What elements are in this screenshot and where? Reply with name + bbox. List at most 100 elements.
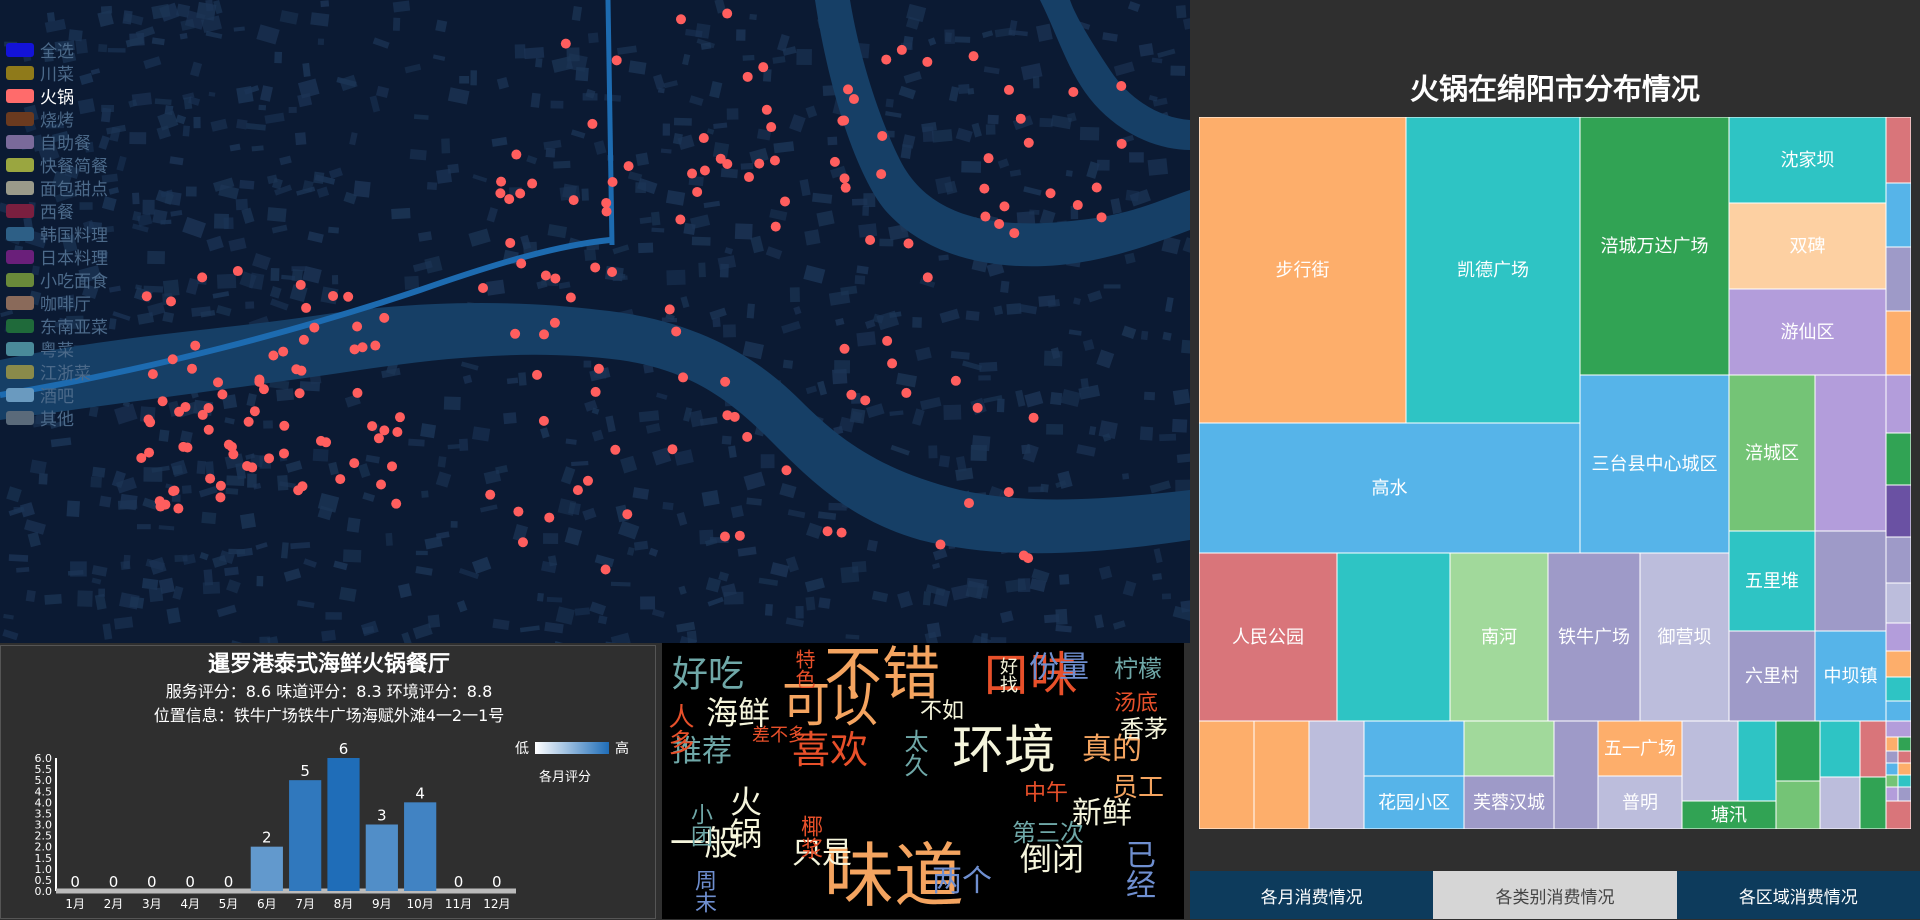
hotpot-restaurant-point[interactable]	[165, 296, 176, 307]
hotpot-restaurant-point[interactable]	[839, 343, 850, 354]
hotpot-restaurant-point[interactable]	[293, 485, 304, 496]
hotpot-restaurant-point[interactable]	[394, 412, 405, 423]
treemap-cell[interactable]	[1885, 762, 1899, 776]
treemap-cell[interactable]	[1885, 774, 1899, 788]
legend-item[interactable]: 快餐简餐	[6, 153, 108, 177]
hotpot-restaurant-point[interactable]	[242, 461, 253, 472]
treemap-cell[interactable]	[1897, 750, 1911, 764]
hotpot-restaurant-point[interactable]	[516, 258, 527, 269]
hotpot-restaurant-point[interactable]	[215, 480, 226, 491]
hotpot-restaurant-point[interactable]	[734, 530, 745, 541]
hotpot-restaurant-point[interactable]	[187, 363, 197, 374]
hotpot-restaurant-point[interactable]	[881, 54, 892, 65]
legend-item[interactable]: 其他	[6, 406, 108, 430]
treemap-cell[interactable]	[1885, 622, 1911, 652]
hotpot-restaurant-point[interactable]	[217, 389, 228, 400]
hotpot-restaurant-point[interactable]	[699, 165, 710, 176]
treemap-cell[interactable]	[1897, 786, 1911, 802]
hotpot-restaurant-point[interactable]	[601, 206, 612, 217]
hotpot-restaurant-point[interactable]	[882, 335, 893, 346]
hotpot-restaurant-point[interactable]	[590, 386, 601, 397]
treemap-cell[interactable]	[1897, 774, 1911, 788]
hotpot-restaurant-point[interactable]	[232, 266, 243, 277]
hotpot-restaurant-point[interactable]	[607, 266, 618, 277]
hotpot-restaurant-point[interactable]	[197, 409, 208, 420]
hotpot-restaurant-point[interactable]	[517, 537, 528, 548]
hotpot-restaurant-point[interactable]	[505, 237, 516, 248]
tab-district[interactable]: 各区域消费情况	[1676, 871, 1920, 919]
hotpot-restaurant-point[interactable]	[1072, 200, 1083, 211]
hotpot-restaurant-point[interactable]	[370, 340, 381, 351]
hotpot-restaurant-point[interactable]	[349, 458, 360, 469]
hotpot-restaurant-point[interactable]	[1068, 86, 1079, 97]
hotpot-restaurant-point[interactable]	[379, 425, 390, 436]
hotpot-restaurant-point[interactable]	[1018, 550, 1029, 561]
hotpot-restaurant-point[interactable]	[532, 369, 543, 380]
hotpot-restaurant-point[interactable]	[600, 564, 611, 575]
bar[interactable]	[250, 846, 283, 891]
hotpot-restaurant-point[interactable]	[294, 388, 305, 399]
bar[interactable]	[327, 758, 360, 891]
hotpot-restaurant-point[interactable]	[278, 346, 289, 357]
hotpot-restaurant-point[interactable]	[590, 262, 601, 273]
hotpot-restaurant-point[interactable]	[1116, 80, 1127, 91]
hotpot-restaurant-point[interactable]	[722, 410, 733, 421]
hotpot-restaurant-point[interactable]	[291, 364, 302, 375]
legend-item[interactable]: 东南亚菜	[6, 314, 108, 338]
hotpot-restaurant-point[interactable]	[1096, 212, 1107, 223]
treemap-cell[interactable]	[1885, 700, 1911, 722]
treemap-cell[interactable]	[1885, 800, 1911, 829]
hotpot-restaurant-point[interactable]	[720, 376, 731, 387]
legend-item[interactable]: 粤菜	[6, 337, 108, 361]
hotpot-restaurant-point[interactable]	[478, 283, 489, 294]
hotpot-restaurant-point[interactable]	[687, 168, 698, 179]
treemap-cell[interactable]	[1775, 720, 1821, 782]
hotpot-restaurant-point[interactable]	[742, 71, 753, 82]
hotpot-restaurant-point[interactable]	[357, 342, 368, 353]
treemap-cell[interactable]	[1819, 776, 1861, 829]
hotpot-restaurant-point[interactable]	[950, 375, 961, 386]
tab-category[interactable]: 各类别消费情况	[1433, 871, 1677, 919]
hotpot-restaurant-point[interactable]	[980, 211, 991, 222]
hotpot-restaurant-point[interactable]	[379, 312, 390, 323]
hotpot-restaurant-point[interactable]	[972, 402, 983, 413]
legend-item[interactable]: 日本料理	[6, 245, 108, 269]
hotpot-restaurant-point[interactable]	[1009, 228, 1020, 239]
hotpot-restaurant-point[interactable]	[769, 155, 780, 166]
hotpot-restaurant-point[interactable]	[593, 363, 604, 374]
treemap-cell[interactable]	[1897, 762, 1911, 776]
treemap-cell[interactable]	[1885, 582, 1911, 624]
hotpot-restaurant-point[interactable]	[770, 221, 781, 232]
hotpot-restaurant-point[interactable]	[848, 94, 859, 105]
treemap-cell[interactable]	[1897, 736, 1911, 752]
treemap-cell[interactable]	[1814, 530, 1887, 632]
hotpot-restaurant-point[interactable]	[744, 172, 755, 183]
hotpot-restaurant-point[interactable]	[527, 178, 538, 189]
hotpot-restaurant-point[interactable]	[352, 321, 363, 332]
hotpot-restaurant-point[interactable]	[249, 406, 260, 417]
treemap-cell[interactable]	[1885, 676, 1911, 702]
treemap-cell[interactable]	[1885, 750, 1899, 764]
hotpot-restaurant-point[interactable]	[742, 431, 753, 442]
hotpot-restaurant-point[interactable]	[698, 133, 709, 144]
hotpot-restaurant-point[interactable]	[664, 304, 675, 315]
hotpot-restaurant-point[interactable]	[1015, 113, 1026, 124]
hotpot-restaurant-point[interactable]	[754, 158, 765, 169]
treemap-cell[interactable]	[1885, 117, 1911, 184]
restaurant-map[interactable]: 全选 川菜 火锅 烧烤 自助餐 快餐简餐 面包甜点 西餐 韩国料理 日本料理 小吃面食 咖啡厅 东南亚菜…	[0, 0, 1190, 643]
bar[interactable]	[404, 802, 437, 891]
hotpot-restaurant-point[interactable]	[167, 354, 178, 365]
hotpot-restaurant-point[interactable]	[979, 183, 990, 194]
treemap-cell[interactable]	[1308, 720, 1365, 829]
hotpot-restaurant-point[interactable]	[587, 118, 598, 129]
hotpot-restaurant-point[interactable]	[173, 503, 184, 514]
visual-map-gradient[interactable]	[535, 742, 609, 754]
hotpot-restaurant-point[interactable]	[837, 115, 848, 126]
hotpot-restaurant-point[interactable]	[994, 218, 1005, 229]
hotpot-restaurant-point[interactable]	[876, 169, 887, 180]
legend-item[interactable]: 烧烤	[6, 107, 108, 131]
legend-item[interactable]: 酒吧	[6, 383, 108, 407]
legend-item[interactable]: 火锅	[6, 84, 108, 108]
hotpot-restaurant-point[interactable]	[343, 291, 354, 302]
hotpot-restaurant-point[interactable]	[846, 389, 857, 400]
